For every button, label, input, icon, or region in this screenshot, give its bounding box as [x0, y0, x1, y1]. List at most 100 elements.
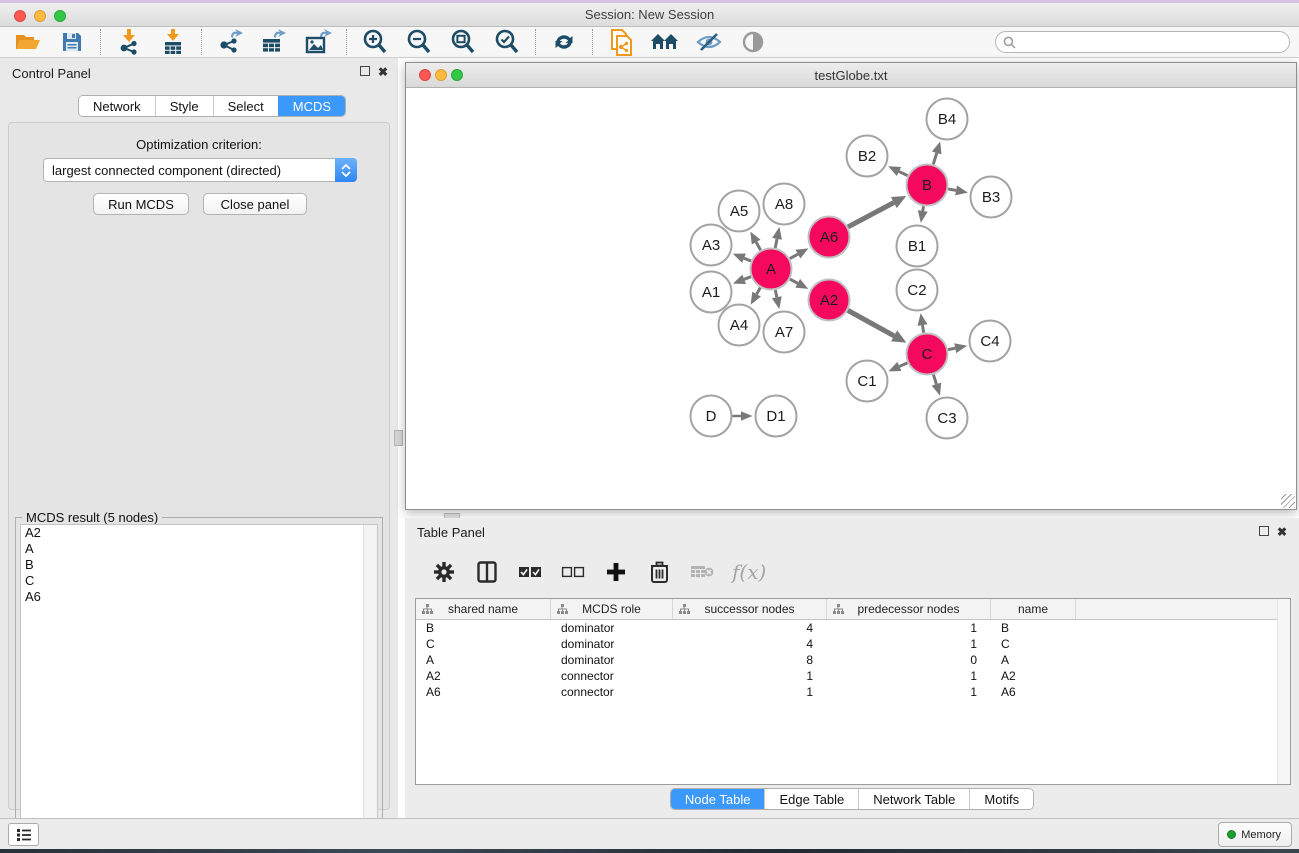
- table-row[interactable]: A2connector11A2: [416, 668, 1290, 684]
- table-cell[interactable]: C: [416, 637, 551, 651]
- network-edge[interactable]: [948, 189, 956, 190]
- table-cell[interactable]: A: [416, 653, 551, 667]
- network-edge[interactable]: [744, 258, 751, 261]
- tab-edge-table[interactable]: Edge Table: [764, 789, 858, 809]
- run-mcds-button[interactable]: Run MCDS: [93, 193, 189, 215]
- table-row[interactable]: Adominator80A: [416, 652, 1290, 668]
- network-canvas[interactable]: B4B2BB3A8A5A6A3B1AC2A1A2A4A7C4CC1DD1C3: [407, 88, 1297, 509]
- table-cell[interactable]: 1: [827, 685, 991, 699]
- network-edge[interactable]: [948, 348, 955, 349]
- export-image-icon[interactable]: [303, 29, 333, 55]
- table-cell[interactable]: connector: [551, 685, 673, 699]
- import-network-icon[interactable]: [114, 29, 144, 55]
- network-edge[interactable]: [933, 153, 936, 164]
- tab-network[interactable]: Network: [79, 96, 155, 116]
- criterion-dropdown[interactable]: largest connected component (directed): [43, 158, 357, 182]
- network-edge[interactable]: [775, 290, 776, 297]
- table-cell[interactable]: 1: [673, 685, 827, 699]
- tab-mcds[interactable]: MCDS: [278, 96, 345, 116]
- search-input[interactable]: [995, 31, 1290, 53]
- table-cell[interactable]: A6: [416, 685, 551, 699]
- task-history-button[interactable]: [8, 823, 39, 846]
- save-session-icon[interactable]: [57, 29, 87, 55]
- close-panel-icon[interactable]: ✖: [378, 66, 388, 78]
- function-builder-icon[interactable]: f(x): [732, 560, 766, 584]
- memory-button[interactable]: Memory: [1218, 822, 1292, 847]
- tab-node-table[interactable]: Node Table: [671, 789, 765, 809]
- network-edge[interactable]: [757, 288, 761, 295]
- table-cell[interactable]: 0: [827, 653, 991, 667]
- table-cell[interactable]: 1: [827, 637, 991, 651]
- export-network-icon[interactable]: [215, 29, 245, 55]
- network-edge[interactable]: [790, 279, 798, 283]
- table-cell[interactable]: C: [991, 637, 1076, 651]
- table-cell[interactable]: connector: [551, 669, 673, 683]
- network-edge[interactable]: [899, 171, 908, 175]
- close-panel-button[interactable]: Close panel: [203, 193, 307, 215]
- delete-table-icon[interactable]: [689, 559, 715, 585]
- mcds-result-item[interactable]: C: [21, 573, 377, 589]
- network-edge[interactable]: [848, 310, 894, 336]
- tab-motifs[interactable]: Motifs: [969, 789, 1033, 809]
- table-cell[interactable]: B: [991, 621, 1076, 635]
- deselect-all-icon[interactable]: [560, 559, 586, 585]
- table-cell[interactable]: A: [991, 653, 1076, 667]
- table-cell[interactable]: 4: [673, 637, 827, 651]
- refresh-layout-icon[interactable]: [549, 29, 579, 55]
- zoom-out-icon[interactable]: [404, 29, 434, 55]
- table-cell[interactable]: A2: [991, 669, 1076, 683]
- zoom-fit-icon[interactable]: [448, 29, 478, 55]
- float-panel-icon[interactable]: [360, 66, 370, 78]
- import-table-icon[interactable]: [158, 29, 188, 55]
- zoom-in-icon[interactable]: [360, 29, 390, 55]
- open-session-icon[interactable]: [13, 29, 43, 55]
- table-cell[interactable]: 8: [673, 653, 827, 667]
- window-resize-grip[interactable]: [1281, 494, 1295, 508]
- table-scrollbar[interactable]: [1277, 599, 1290, 784]
- mcds-result-item[interactable]: A: [21, 541, 377, 557]
- network-edge[interactable]: [933, 375, 936, 385]
- table-cell[interactable]: 1: [827, 669, 991, 683]
- splitter-grip[interactable]: [394, 430, 403, 446]
- table-cell[interactable]: A2: [416, 669, 551, 683]
- select-all-icon[interactable]: [517, 559, 543, 585]
- tab-network-table[interactable]: Network Table: [858, 789, 969, 809]
- network-edge[interactable]: [790, 254, 798, 258]
- close-table-panel-icon[interactable]: ✖: [1277, 526, 1287, 538]
- show-hidden-eye-icon[interactable]: [738, 29, 768, 55]
- tab-style[interactable]: Style: [155, 96, 213, 116]
- table-cell[interactable]: 1: [673, 669, 827, 683]
- mcds-result-list[interactable]: A2ABCA6: [20, 524, 378, 853]
- network-overview-houses-icon[interactable]: [650, 29, 680, 55]
- table-cell[interactable]: B: [416, 621, 551, 635]
- table-row[interactable]: Cdominator41C: [416, 636, 1290, 652]
- table-cell[interactable]: dominator: [551, 637, 673, 651]
- table-cell[interactable]: 1: [827, 621, 991, 635]
- hide-selected-eye-slash-icon[interactable]: [694, 29, 724, 55]
- network-edge[interactable]: [744, 277, 751, 280]
- tab-select[interactable]: Select: [213, 96, 278, 116]
- table-cell[interactable]: dominator: [551, 621, 673, 635]
- network-edge[interactable]: [923, 206, 924, 211]
- network-edge[interactable]: [775, 239, 777, 248]
- table-mode-gear-icon[interactable]: [431, 559, 457, 585]
- network-edge[interactable]: [756, 242, 760, 250]
- zoom-selected-icon[interactable]: [492, 29, 522, 55]
- mcds-result-item[interactable]: B: [21, 557, 377, 573]
- table-cell[interactable]: dominator: [551, 653, 673, 667]
- delete-columns-trash-icon[interactable]: [646, 559, 672, 585]
- column-header-successor-nodes[interactable]: successor nodes: [673, 599, 827, 619]
- mcds-result-item[interactable]: A6: [21, 589, 377, 605]
- network-edge[interactable]: [899, 363, 907, 367]
- network-edge[interactable]: [848, 203, 894, 227]
- table-cell[interactable]: A6: [991, 685, 1076, 699]
- create-column-icon[interactable]: [603, 559, 629, 585]
- column-header-name[interactable]: name: [991, 599, 1076, 619]
- column-header-predecessor-nodes[interactable]: predecessor nodes: [827, 599, 991, 619]
- network-window-titlebar[interactable]: testGlobe.txt: [406, 63, 1296, 88]
- table-row[interactable]: A6connector11A6: [416, 684, 1290, 700]
- show-columns-icon[interactable]: [474, 559, 500, 585]
- mcds-list-scrollbar[interactable]: [363, 525, 377, 853]
- clone-network-icon[interactable]: [606, 29, 636, 55]
- column-header-MCDS-role[interactable]: MCDS role: [551, 599, 673, 619]
